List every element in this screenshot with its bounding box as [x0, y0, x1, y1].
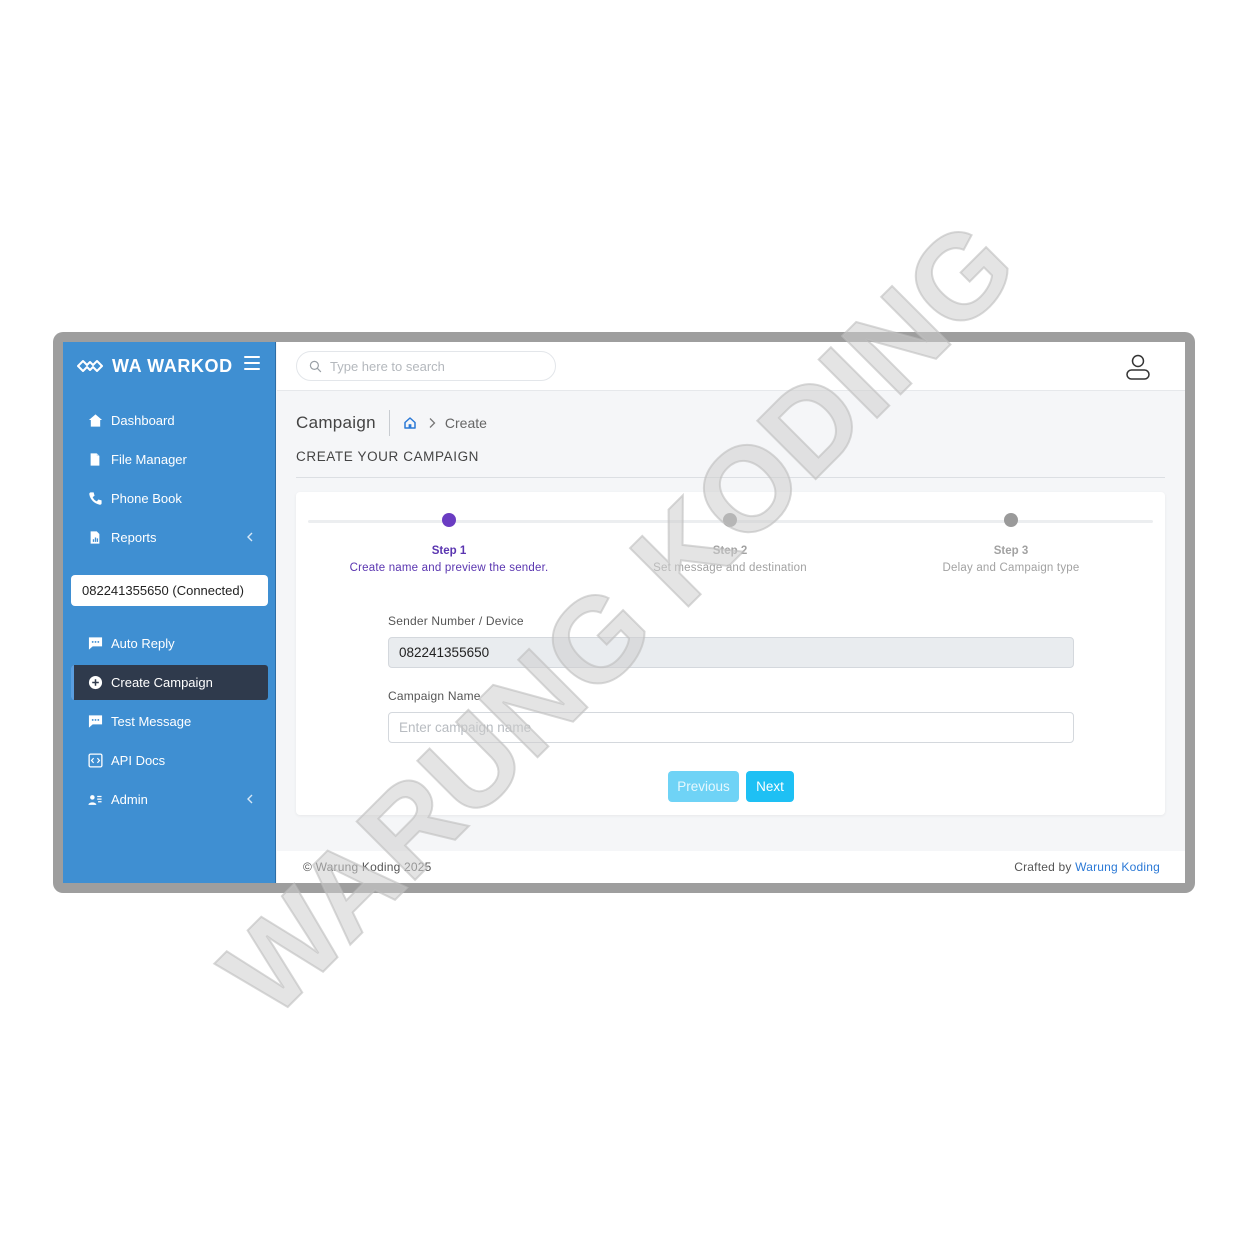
report-icon [87, 530, 103, 546]
sender-number-label: Sender Number / Device [388, 614, 524, 628]
section-divider [296, 477, 1165, 478]
device-status-select[interactable]: 082241355650 (Connected) [71, 575, 268, 606]
step-name: Step 1 [431, 545, 467, 557]
campaign-wizard-card: Step 1 Create name and preview the sende… [296, 492, 1165, 815]
sidebar-item-file-manager[interactable]: File Manager [63, 440, 276, 479]
sidebar-item-auto-reply[interactable]: Auto Reply [63, 624, 276, 663]
sender-number-field[interactable] [388, 637, 1074, 668]
footer: © Warung Koding 2025 Crafted by Warung K… [277, 851, 1185, 883]
step-dot [442, 513, 456, 527]
header-divider [388, 410, 390, 436]
sidebar-nav-primary: Dashboard File Manager Phone Book Report… [63, 401, 276, 557]
chevron-left-icon[interactable] [246, 793, 254, 805]
sidebar-item-create-campaign[interactable]: Create Campaign [71, 665, 268, 700]
sidebar-item-phone-book[interactable]: Phone Book [63, 479, 276, 518]
page-header: Campaign Create [296, 410, 487, 436]
step-name: Step 3 [993, 545, 1029, 557]
logo-icon [77, 360, 103, 372]
chevron-left-icon[interactable] [246, 531, 254, 543]
section-title: CREATE YOUR CAMPAIGN [296, 449, 480, 464]
sidebar: WA WARKOD Dashboard File Manager Phone B… [63, 342, 276, 883]
sidebar-item-label: Test Message [111, 714, 192, 729]
sidebar-item-reports[interactable]: Reports [63, 518, 276, 557]
brand-name: WA WARKOD [112, 355, 233, 376]
sidebar-item-label: Create Campaign [111, 675, 213, 690]
previous-button[interactable]: Previous [668, 771, 739, 802]
chevron-right-icon [429, 418, 436, 428]
topbar [277, 342, 1185, 391]
campaign-name-field[interactable] [388, 712, 1074, 743]
brand[interactable]: WA WARKOD [77, 354, 233, 378]
chat-icon [87, 714, 103, 730]
sidebar-item-label: Phone Book [111, 491, 182, 506]
main-content: Campaign Create CREATE YOUR CAMPAIGN Ste… [277, 392, 1185, 883]
chat-icon [87, 636, 103, 652]
phone-icon [87, 491, 103, 507]
step-description: Create name and preview the sender. [349, 562, 549, 574]
footer-credit: Crafted by Warung Koding [1014, 860, 1160, 874]
sidebar-item-label: File Manager [111, 452, 187, 467]
home-icon [87, 413, 103, 429]
step-2[interactable]: Step 2 Set message and destination [590, 513, 870, 574]
step-1[interactable]: Step 1 Create name and preview the sende… [309, 513, 589, 574]
sidebar-item-label: API Docs [111, 753, 166, 768]
plus-circle-icon [87, 675, 103, 691]
page-title: Campaign [296, 413, 376, 432]
step-3[interactable]: Step 3 Delay and Campaign type [871, 513, 1151, 574]
sidebar-item-label: Admin [111, 792, 148, 807]
app-window: WA WARKOD Dashboard File Manager Phone B… [63, 342, 1185, 883]
footer-credit-prefix: Crafted by [1014, 860, 1072, 874]
step-dot [723, 513, 737, 527]
sidebar-item-label: Reports [111, 530, 157, 545]
user-avatar-icon[interactable] [1125, 353, 1151, 381]
hamburger-menu-icon[interactable] [244, 356, 260, 370]
step-description: Set message and destination [653, 562, 807, 574]
breadcrumb-current: Create [444, 415, 487, 431]
sidebar-item-dashboard[interactable]: Dashboard [63, 401, 276, 440]
sidebar-item-test-message[interactable]: Test Message [63, 702, 276, 741]
sidebar-item-api-docs[interactable]: API Docs [63, 741, 276, 780]
users-icon [87, 792, 103, 808]
code-icon [87, 753, 103, 769]
search-input[interactable] [330, 358, 530, 374]
step-dot [1004, 513, 1018, 527]
sidebar-item-admin[interactable]: Admin [63, 780, 276, 819]
sidebar-item-label: Auto Reply [111, 636, 175, 651]
campaign-name-label: Campaign Name [388, 689, 481, 703]
search-box[interactable] [296, 351, 556, 381]
file-icon [87, 452, 103, 468]
step-name: Step 2 [712, 545, 748, 557]
footer-copyright: © Warung Koding 2025 [303, 860, 432, 874]
home-icon[interactable] [403, 416, 417, 430]
footer-credit-link[interactable]: Warung Koding [1075, 860, 1160, 874]
next-button[interactable]: Next [746, 771, 794, 802]
search-icon [309, 360, 322, 372]
sidebar-item-label: Dashboard [111, 413, 175, 428]
step-description: Delay and Campaign type [942, 562, 1080, 574]
sidebar-nav-secondary: Auto Reply Create Campaign Test Message … [63, 624, 276, 819]
